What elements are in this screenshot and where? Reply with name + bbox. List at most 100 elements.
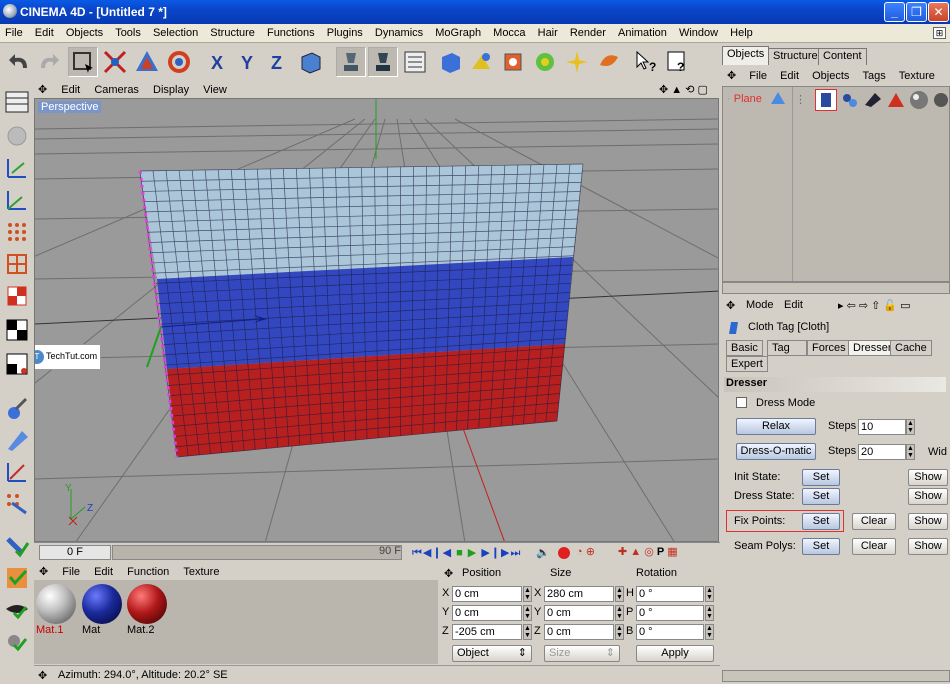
viewport-menu-display[interactable]: Display [148, 82, 195, 96]
rot-h-stepper[interactable]: ▲ ▼ [705, 586, 714, 602]
menu-selection[interactable]: Selection [148, 24, 202, 39]
material-item[interactable]: Mat.2 [127, 584, 169, 638]
size-mode-select[interactable]: Size ⇕ [544, 645, 620, 662]
relax-button[interactable]: Relax [736, 418, 816, 435]
size-x-field[interactable]: 280 cm [544, 586, 614, 602]
pos-x-field[interactable]: 0 cm [452, 586, 522, 602]
menu-dynamics[interactable]: Dynamics [370, 24, 427, 39]
dress-state-show-button[interactable]: Show [908, 488, 948, 505]
size-y-field[interactable]: 0 cm [544, 605, 614, 621]
menu-mograph[interactable]: MoGraph [430, 24, 485, 39]
fix-points-set-button[interactable]: Set [802, 513, 840, 530]
menu-structure[interactable]: Structure [205, 24, 259, 39]
init-state-set-button[interactable]: Set [802, 469, 840, 486]
key-icons[interactable]: ◔ ⊕ [576, 545, 595, 558]
apply-button[interactable]: Apply [636, 645, 714, 662]
object-pin-icon[interactable]: ✥ [722, 66, 741, 82]
playback-controls[interactable]: ⏮◀❙◀ ■ ▶ ▶❙▶⏭ [412, 546, 521, 560]
live-selection-icon[interactable] [68, 47, 98, 77]
pos-y-field[interactable]: 0 cm [452, 605, 522, 621]
model-mode-icon[interactable] [336, 47, 366, 77]
axis-icon[interactable] [2, 153, 32, 183]
attribute-pin-icon[interactable]: ✥ [726, 299, 735, 312]
tab-structure[interactable]: Structure [768, 48, 823, 65]
coord-mode-select[interactable]: Object ⇕ [452, 645, 532, 662]
menu-file[interactable]: File [0, 24, 27, 39]
dom-steps-field[interactable]: 20 [858, 444, 906, 460]
object-menu-objects[interactable]: Objects [807, 67, 854, 82]
menu-help[interactable]: Help [725, 24, 757, 39]
frame-slider[interactable] [112, 545, 402, 560]
layout-icon[interactable]: ⊞ [933, 27, 946, 39]
key-mode-icons[interactable]: ✚ ▲ ◎ P ▦ [618, 545, 678, 558]
red-tag-icon[interactable] [887, 91, 905, 112]
y-axis-lock-icon[interactable]: Y [234, 47, 264, 77]
tab-basic[interactable]: Basic [726, 340, 763, 356]
relax-steps-stepper[interactable]: ▲ ▼ [906, 419, 915, 435]
help-cursor-icon[interactable]: ? [632, 47, 662, 77]
tab-tag[interactable]: Tag [767, 340, 807, 356]
z-axis-lock-icon[interactable]: Z [264, 47, 294, 77]
size-z-field[interactable]: 0 cm [544, 624, 614, 640]
menu-render[interactable]: Render [565, 24, 610, 39]
seam-polys-clear-button[interactable]: Clear [852, 538, 896, 555]
menu-animation[interactable]: Animation [613, 24, 671, 39]
object-mode-icon[interactable] [368, 47, 398, 77]
tab-cache[interactable]: Cache [890, 340, 932, 356]
object-menu-file[interactable]: File [744, 67, 772, 82]
light-icon[interactable] [562, 47, 592, 77]
seam-polys-set-button[interactable]: Set [802, 538, 840, 555]
render-picture-viewer-icon[interactable] [498, 47, 528, 77]
seam-polys-show-button[interactable]: Show [908, 538, 948, 555]
texture-mode-icon[interactable] [400, 47, 430, 77]
attribute-menu-mode[interactable]: Mode [746, 299, 774, 311]
quantize-icon[interactable] [2, 627, 32, 657]
viewport-menu-view[interactable]: View [198, 82, 233, 96]
size-x-stepper[interactable]: ▲ ▼ [615, 586, 624, 602]
fix-points-clear-button[interactable]: Clear [852, 513, 896, 530]
tab-content[interactable]: Content [818, 48, 867, 65]
material-item[interactable]: Mat [82, 584, 124, 638]
layout-view-icon[interactable] [2, 87, 32, 117]
pos-x-stepper[interactable]: ▲ ▼ [523, 586, 532, 602]
attribute-scrollbar[interactable] [722, 670, 950, 682]
pos-y-stepper[interactable]: ▲ ▼ [523, 605, 532, 621]
pos-z-field[interactable]: -205 cm [452, 624, 522, 640]
sphere-tag-icon[interactable] [909, 90, 929, 113]
object-menu-texture[interactable]: Texture [894, 67, 940, 82]
viewport-pin-icon[interactable]: ✥ [34, 81, 53, 96]
object-list-scrollbar[interactable] [722, 282, 950, 294]
material-menu-edit[interactable]: Edit [89, 564, 119, 578]
menu-functions[interactable]: Functions [262, 24, 319, 39]
context-help-icon[interactable]: ? [662, 47, 692, 77]
visibility-dots-icon[interactable]: ⋮ [795, 93, 806, 106]
attribute-menu-edit[interactable]: Edit [784, 299, 803, 311]
dress-o-matic-button[interactable]: Dress-O-matic [736, 443, 816, 460]
gray-object-icon[interactable] [2, 121, 32, 151]
minimize-button[interactable]: _ [884, 2, 905, 22]
tab-expert[interactable]: Expert [726, 356, 768, 372]
object-menu-edit[interactable]: Edit [775, 67, 804, 82]
magnet-tool-icon[interactable] [2, 457, 32, 487]
menu-tools[interactable]: Tools [110, 24, 145, 39]
viewport-menu-edit[interactable]: Edit [56, 82, 86, 96]
record-icon[interactable] [558, 547, 570, 559]
material-menu-function[interactable]: Function [122, 564, 175, 578]
move-icon[interactable] [100, 47, 130, 77]
init-state-show-button[interactable]: Show [908, 469, 948, 486]
material-tag-icon[interactable] [841, 91, 859, 112]
rot-b-field[interactable]: 0 ° [636, 624, 704, 640]
menu-mocca[interactable]: Mocca [488, 24, 529, 39]
checker-uv-icon[interactable] [2, 315, 32, 345]
menu-objects[interactable]: Objects [61, 24, 107, 39]
render-region-icon[interactable] [466, 47, 496, 77]
scale-icon[interactable] [132, 47, 162, 77]
object-row-plane[interactable]: · Plane [727, 93, 762, 105]
cloth-tag-icon[interactable] [815, 89, 837, 111]
redo-icon[interactable] [34, 47, 64, 77]
enable-axis-icon[interactable] [2, 531, 32, 561]
maximize-button[interactable]: ❐ [906, 2, 927, 22]
menu-plugins[interactable]: Plugins [322, 24, 367, 39]
coord-pin-icon[interactable]: ✥ [444, 567, 453, 580]
pos-z-stepper[interactable]: ▲ ▼ [523, 624, 532, 640]
